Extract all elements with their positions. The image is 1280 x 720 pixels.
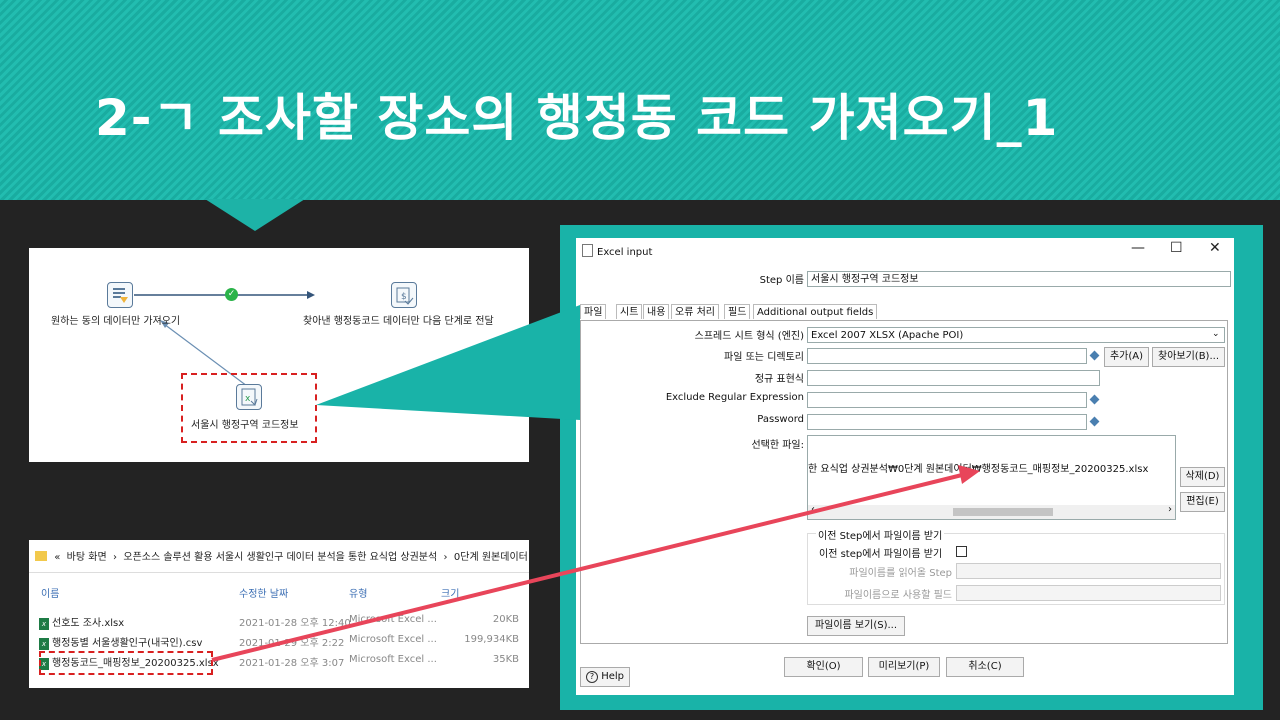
banner-notch [205, 199, 305, 231]
file-name: 선호도 조사.xlsx [52, 618, 125, 629]
tab-sheet[interactable]: 시트 [616, 304, 643, 319]
tab-error-handling[interactable]: 오류 처리 [671, 304, 719, 319]
excel-file-icon: x [39, 638, 49, 650]
delete-button[interactable]: 삭제(D) [1180, 467, 1225, 487]
file-dir-label: 파일 또는 디렉토리 [724, 352, 804, 363]
spreadsheet-type-label: 스프레드 시트 형식 (엔진) [694, 331, 804, 342]
file-type: Microsoft Excel ... [349, 614, 437, 625]
tab-file[interactable]: 파일 [580, 304, 607, 319]
ok-button[interactable]: 확인(O) [784, 657, 863, 677]
chevron-down-icon[interactable]: ⌄ [1212, 329, 1220, 339]
preview-button[interactable]: 미리보기(P) [868, 657, 940, 677]
close-icon[interactable]: ✕ [1209, 240, 1221, 256]
minimize-icon[interactable]: — [1131, 240, 1145, 256]
breadcrumb-sep: › [443, 552, 448, 563]
filter-step-icon[interactable] [107, 282, 133, 308]
step-name-input[interactable]: 서울시 행정구역 코드정보 [807, 271, 1231, 287]
tab-additional-output[interactable]: Additional output fields [753, 304, 878, 319]
selected-files-list[interactable]: 한 요식업 상권분석₩0단계 원본데이터₩행정동코드_매핑정보_20200325… [807, 435, 1176, 520]
prev-step-checkbox[interactable] [956, 546, 967, 557]
file-type: Microsoft Excel ... [349, 654, 437, 665]
folder-icon [35, 551, 47, 561]
file-highlight-box [39, 651, 213, 675]
breadcrumb-desktop[interactable]: 바탕 화면 [67, 552, 107, 563]
browse-button[interactable]: 찾아보기(B)... [1152, 347, 1225, 367]
file-size: 20KB [492, 614, 519, 625]
step-highlight-box [181, 373, 317, 443]
prev-step-group-title: 이전 Step에서 파일이름 받기 [816, 527, 945, 542]
column-type[interactable]: 유형 [349, 585, 367, 600]
selected-files-label: 선택한 파일: [751, 440, 804, 451]
breadcrumb-sep: › [113, 552, 118, 563]
exclude-regex-label: Exclude Regular Expression [665, 392, 804, 403]
step-name-label: Step 이름 [759, 275, 804, 286]
file-dir-input[interactable] [807, 348, 1087, 364]
exclude-regex-input[interactable] [807, 392, 1087, 408]
file-date: 2021-01-28 오후 12:40 [239, 618, 351, 629]
breadcrumb-folder[interactable]: 0단계 원본데이터 [454, 552, 528, 563]
file-date: 2021-01-28 오후 3:07 [239, 658, 345, 669]
cancel-button[interactable]: 취소(C) [946, 657, 1024, 677]
scroll-right-icon: › [1168, 504, 1172, 515]
show-filenames-button[interactable]: 파일이름 보기(S)... [807, 616, 905, 636]
tab-content[interactable]: 내용 [643, 304, 670, 319]
help-button[interactable]: ? Help [580, 667, 630, 687]
file-row[interactable]: x 행정동별 서울생활인구(내국인).csv 2021-01-29 오후 2:22… [39, 634, 519, 652]
file-size: 35KB [492, 654, 519, 665]
dialog-app-icon [582, 244, 593, 257]
dialog-title: Excel input [582, 244, 652, 258]
password-input[interactable] [807, 414, 1087, 430]
use-field-label: 파일이름으로 사용할 필드 [844, 590, 952, 601]
divider [29, 572, 529, 573]
edit-button[interactable]: 편집(E) [1180, 492, 1225, 512]
add-button[interactable]: 추가(A) [1104, 347, 1149, 367]
success-check-icon: ✓ [225, 288, 238, 301]
use-field-select[interactable] [956, 585, 1221, 601]
file-type: Microsoft Excel ... [349, 634, 437, 645]
transformation-flow-panel: $ x ✓ 원하는 동의 데이터만 가져오기 찾아낸 행정동코드 데이터만 다음… [29, 248, 529, 462]
breadcrumb: « 바탕 화면 › 오픈소스 솔루션 활용 서울시 생활인구 데이터 분석을 통… [35, 548, 528, 563]
filter-step-label: 원하는 동의 데이터만 가져오기 [51, 316, 181, 327]
output-step-icon[interactable]: $ [391, 282, 417, 308]
file-name: 행정동별 서울생활인구(내국인).csv [52, 638, 203, 649]
svg-text:$: $ [401, 292, 407, 302]
maximize-icon[interactable]: ☐ [1170, 240, 1183, 256]
regex-input[interactable] [807, 370, 1100, 386]
excel-input-dialog: Excel input — ☐ ✕ Step 이름 서울시 행정구역 코드정보 … [576, 238, 1234, 695]
password-label: Password [757, 414, 804, 425]
read-step-select[interactable] [956, 563, 1221, 579]
tab-fields[interactable]: 필드 [724, 304, 751, 319]
horizontal-scrollbar[interactable]: ‹ › [808, 504, 1175, 519]
column-name[interactable]: 이름 [41, 585, 59, 600]
file-size: 199,934KB [464, 634, 519, 645]
help-icon: ? [586, 671, 598, 683]
output-step-label: 찾아낸 행정동코드 데이터만 다음 단계로 전달 [303, 316, 494, 327]
breadcrumb-project[interactable]: 오픈소스 솔루션 활용 서울시 생활인구 데이터 분석을 통한 요식업 상권분석 [123, 552, 437, 563]
slide-title: 2-ㄱ 조사할 장소의 행정동 코드 가져오기_1 [95, 89, 1059, 147]
file-row[interactable]: x 선호도 조사.xlsx 2021-01-28 오후 12:40 Microso… [39, 614, 519, 632]
excel-file-icon: x [39, 618, 49, 630]
spreadsheet-type-select[interactable]: Excel 2007 XLSX (Apache POI) [807, 327, 1225, 343]
read-step-label: 파일이름를 읽어올 Step [849, 568, 952, 579]
prev-step-checkbox-label: 이전 step에서 파일이름 받기 [819, 549, 943, 560]
selected-file-item[interactable]: 한 요식업 상권분석₩0단계 원본데이터₩행정동코드_매핑정보_20200325… [808, 460, 1148, 475]
help-label: Help [601, 671, 624, 682]
regex-label: 정규 표현식 [754, 374, 804, 385]
column-date[interactable]: 수정한 날짜 [239, 585, 288, 600]
scroll-left-icon: ‹ [811, 504, 815, 515]
column-size[interactable]: 크기 [441, 585, 459, 600]
breadcrumb-back[interactable]: « [54, 552, 60, 563]
file-date: 2021-01-29 오후 2:22 [239, 638, 345, 649]
